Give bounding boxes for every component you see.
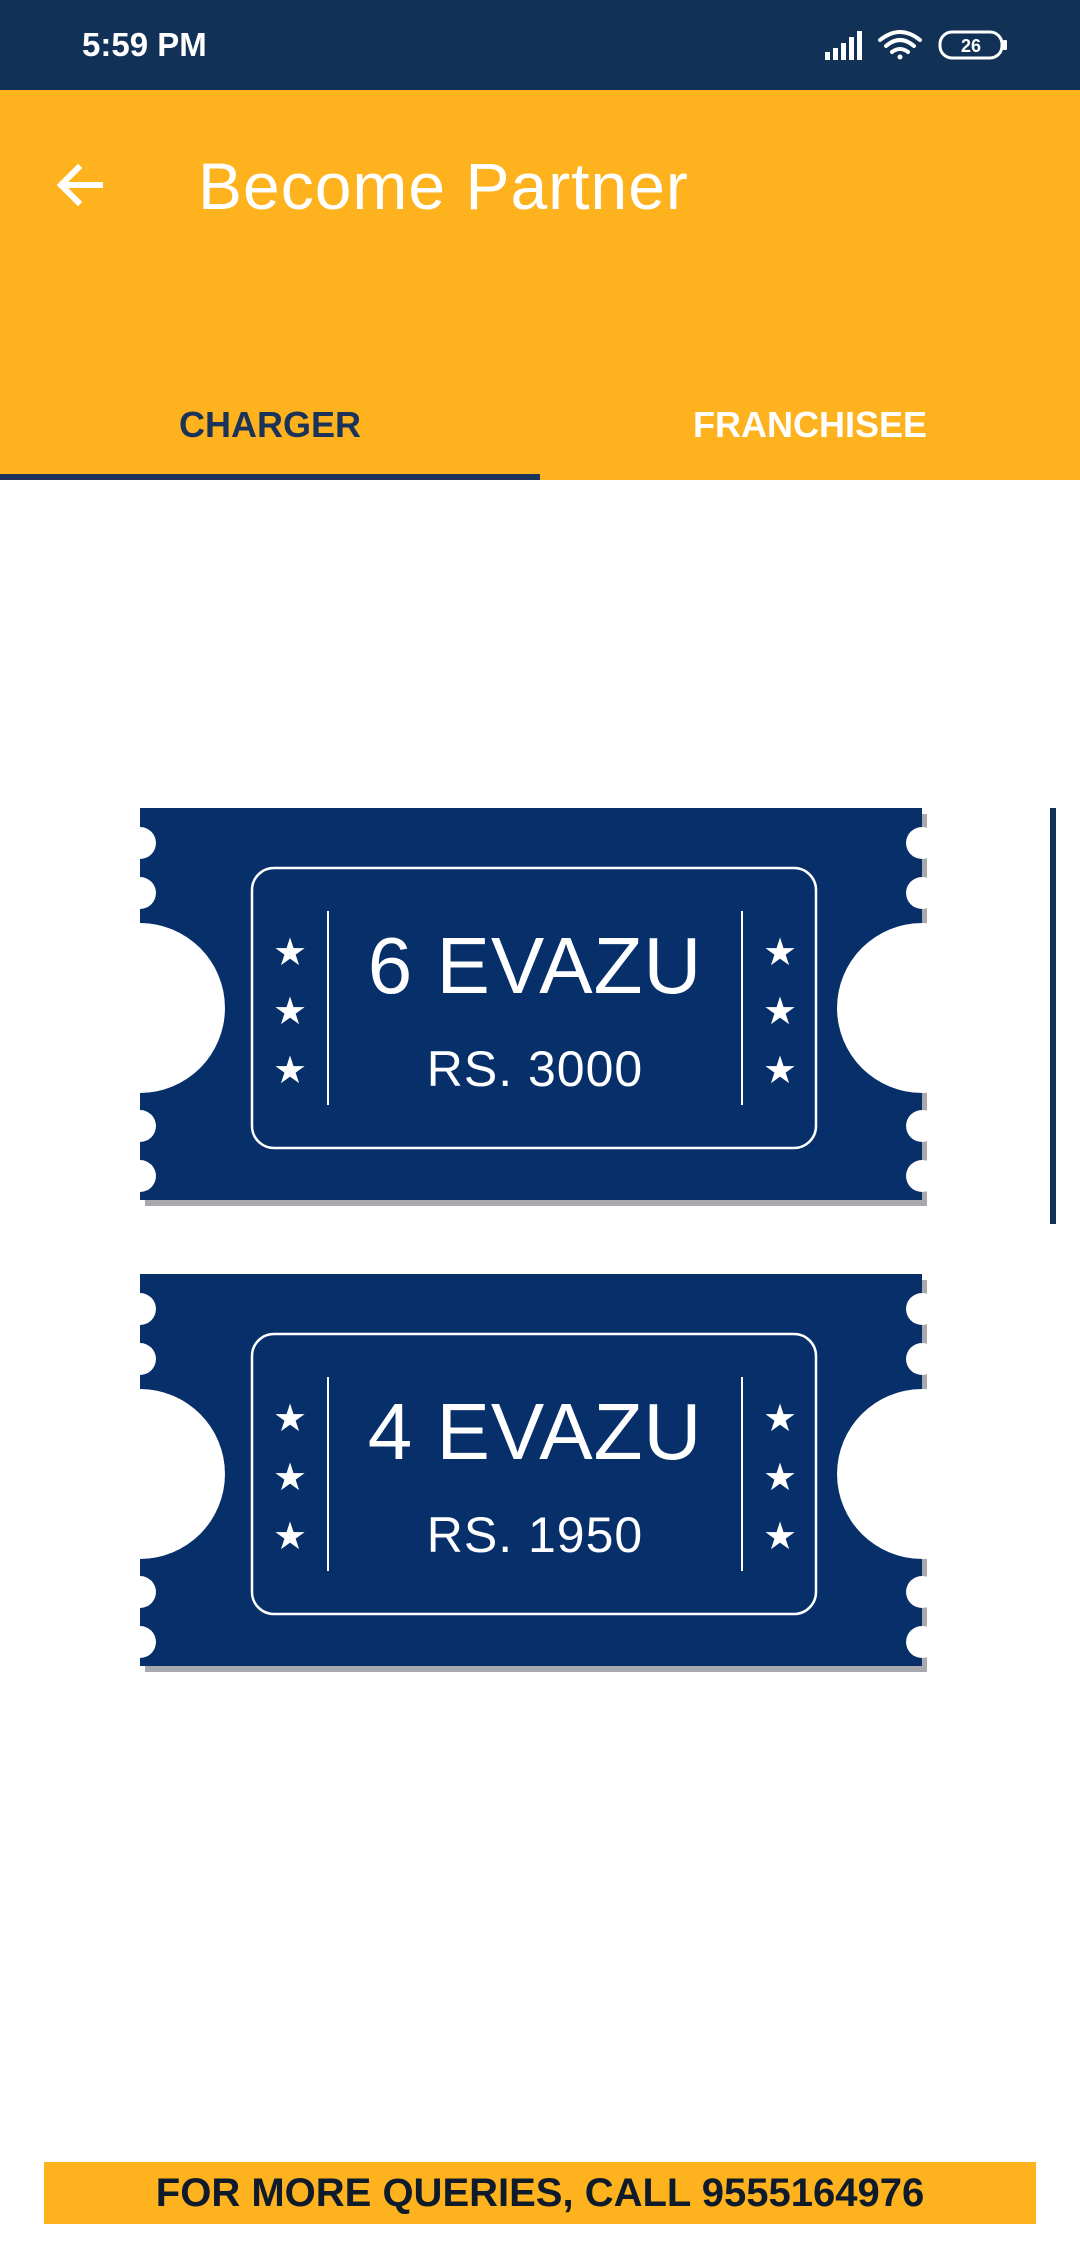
tab-franchisee[interactable]: FRANCHISEE	[540, 380, 1080, 480]
battery-level: 26	[961, 36, 981, 56]
tab-indicator	[0, 474, 540, 480]
ticket-name: 4 EVAZU	[367, 1387, 703, 1476]
ticket-name: 6 EVAZU	[367, 921, 703, 1010]
signal-icon	[825, 31, 862, 60]
arrow-left-icon	[56, 163, 103, 207]
wifi-icon	[878, 30, 922, 60]
status-bar: 5:59 PM 26	[0, 0, 1080, 90]
back-button[interactable]	[40, 145, 120, 225]
ticket-price: RS. 1950	[426, 1507, 644, 1563]
battery-icon: 26	[938, 30, 1007, 60]
status-icons: 26	[825, 26, 1025, 66]
scrollbar[interactable]	[1050, 808, 1056, 1224]
page-title: Become Partner	[198, 149, 689, 223]
tab-bar: CHARGER FRANCHISEE	[0, 380, 1080, 480]
app-bar: Become Partner CHARGER FRANCHISEE	[0, 90, 1080, 480]
ticket-card[interactable]: ★ ★ ★ ★ ★ ★ 4 EVAZU RS. 1950	[140, 1274, 930, 1674]
queries-banner[interactable]: FOR MORE QUERIES, CALL 9555164976	[44, 2162, 1036, 2224]
queries-text: FOR MORE QUERIES, CALL 9555164976	[155, 2171, 925, 2215]
ticket-price: RS. 3000	[426, 1041, 644, 1097]
tab-charger[interactable]: CHARGER	[0, 380, 540, 480]
ticket-card[interactable]: ★ ★ ★ ★ ★ ★ 6 EVAZU RS. 3000	[140, 808, 930, 1208]
status-time: 5:59 PM	[82, 26, 207, 63]
